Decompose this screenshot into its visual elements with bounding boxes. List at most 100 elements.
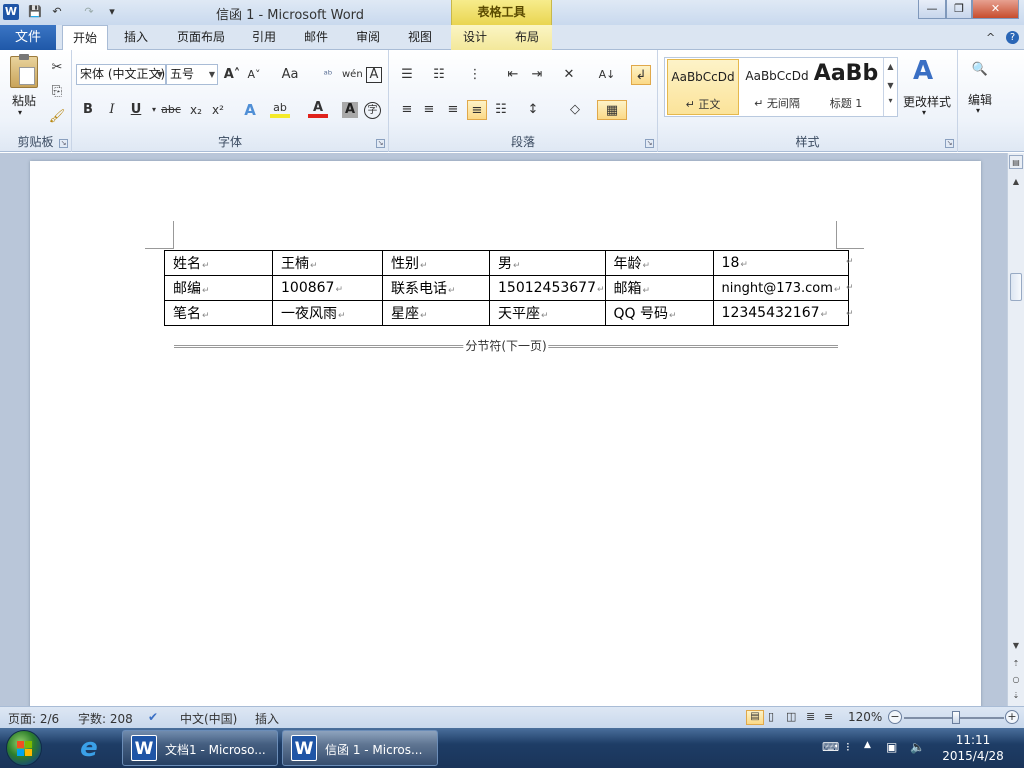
internet-explorer-icon[interactable]: e (66, 732, 112, 764)
paste-button[interactable]: 粘贴 (6, 92, 42, 109)
shrink-font-icon[interactable]: A˅ (244, 65, 264, 85)
start-button[interactable] (6, 730, 42, 766)
select-browse-object-icon[interactable]: ○ (1009, 673, 1023, 687)
change-styles-icon[interactable]: A (908, 56, 938, 86)
table-cell[interactable]: 邮箱↵ (604, 275, 714, 301)
table-cell[interactable]: 18↵ (712, 250, 849, 276)
align-left-icon[interactable]: ≡ (397, 100, 417, 120)
italic-button[interactable]: I (102, 100, 122, 120)
volume-icon[interactable]: 🔈 (910, 740, 925, 754)
tab-insert[interactable]: 插入 (114, 25, 158, 50)
document-page[interactable]: 姓名↵ 王楠↵ 性别↵ 男↵ 年龄↵ 18↵ 邮编↵ 100867↵ 联系电话↵… (30, 161, 981, 706)
word-app-icon[interactable]: W (3, 4, 19, 20)
taskbar-app-doc1[interactable]: W 文档1 - Microso... (122, 730, 278, 766)
table-cell[interactable]: 男↵ (489, 250, 606, 276)
copy-icon[interactable]: ⎘ (47, 82, 67, 102)
cut-icon[interactable]: ✂ (47, 58, 67, 78)
subscript-button[interactable]: x₂ (186, 100, 206, 120)
table-cell[interactable]: ninght@173.com↵ (712, 275, 849, 301)
font-color-icon[interactable]: A (308, 98, 328, 118)
text-effect-icon[interactable]: A (240, 100, 260, 120)
style-heading-1[interactable]: AaBb 标题 1 (813, 59, 879, 115)
scroll-up-icon[interactable]: ▲ (1009, 175, 1023, 189)
table-cell[interactable]: 100867↵ (272, 275, 383, 301)
show-hidden-icons-icon[interactable]: ▲ (864, 740, 871, 750)
clipboard-launcher-icon[interactable]: ↘ (59, 139, 68, 148)
vertical-scrollbar[interactable]: ▤ ▲ ▼ ⇡ ○ ⇣ (1007, 153, 1024, 706)
tab-layout[interactable]: 布局 (507, 25, 547, 50)
tab-home[interactable]: 开始 (62, 25, 108, 51)
increase-indent-icon[interactable]: ⇥ (527, 65, 547, 85)
minimize-button[interactable]: — (918, 0, 946, 19)
tab-references[interactable]: 引用 (244, 25, 284, 50)
styles-scroll[interactable]: ▲ ▼ ▾ (883, 58, 897, 116)
change-case-icon[interactable]: Aa (276, 65, 304, 85)
tab-page-layout[interactable]: 页面布局 (168, 25, 234, 50)
table-cell[interactable]: 天平座↵ (489, 300, 606, 326)
web-layout-icon[interactable]: ◫ (786, 710, 796, 723)
clear-format-icon[interactable]: ᵃᵇ (318, 65, 338, 85)
proofing-icon[interactable]: ✔ (148, 710, 158, 724)
char-shading-icon[interactable]: A (342, 102, 358, 118)
grow-font-icon[interactable]: A˄ (222, 65, 242, 85)
taskbar-app-letter1[interactable]: W 信函 1 - Micros... (282, 730, 438, 766)
tab-review[interactable]: 审阅 (348, 25, 388, 50)
chevron-down-icon[interactable]: ▼ (884, 81, 897, 90)
paste-icon[interactable] (10, 54, 38, 88)
zoom-out-button[interactable]: − (888, 710, 902, 724)
multilevel-list-icon[interactable]: ⋮ (465, 65, 485, 85)
show-marks-icon[interactable]: ↲ (631, 65, 651, 85)
change-styles-button[interactable]: 更改样式 (900, 93, 954, 110)
section-break[interactable]: 分节符(下一页) (174, 337, 838, 354)
format-painter-icon[interactable]: 🖌 (47, 107, 67, 127)
language-indicator[interactable]: 中文(中国) (180, 710, 237, 727)
find-binoculars-icon[interactable]: 🔍 (970, 60, 990, 80)
table-cell[interactable]: 年龄↵ (604, 250, 714, 276)
paragraph-launcher-icon[interactable]: ↘ (645, 139, 654, 148)
ruler-toggle-icon[interactable]: ▤ (1009, 155, 1023, 169)
previous-page-icon[interactable]: ⇡ (1009, 657, 1023, 671)
print-layout-icon[interactable]: ▤ (746, 710, 764, 725)
bold-button[interactable]: B (78, 100, 98, 120)
tab-view[interactable]: 视图 (400, 25, 440, 50)
tab-mailings[interactable]: 邮件 (296, 25, 336, 50)
align-right-icon[interactable]: ≡ (443, 100, 463, 120)
style-no-spacing[interactable]: AaBbCcDd ↵ 无间隔 (741, 59, 813, 115)
page-count[interactable]: 页面: 2/6 (8, 710, 59, 727)
scroll-down-icon[interactable]: ▼ (1009, 639, 1023, 653)
table-cell[interactable]: 邮编↵ (164, 275, 273, 301)
scroll-thumb[interactable] (1010, 273, 1022, 301)
word-count[interactable]: 字数: 208 (78, 710, 133, 727)
undo-icon[interactable]: ↶ (48, 4, 66, 20)
borders-icon[interactable]: ▦ (597, 100, 627, 120)
table-cell[interactable]: 笔名↵ (164, 300, 273, 326)
sort-icon[interactable]: A↓ (597, 65, 617, 85)
redo-icon[interactable]: ↷ (80, 4, 98, 20)
editing-dropdown-icon[interactable]: ▾ (976, 106, 980, 115)
highlight-icon[interactable]: ab (270, 98, 290, 118)
full-screen-reading-icon[interactable]: ▯ (768, 710, 774, 723)
zoom-in-button[interactable]: + (1005, 710, 1019, 724)
ime-icon[interactable]: ⁝ (846, 740, 850, 754)
collapse-ribbon-icon[interactable]: ^ (986, 31, 995, 44)
table-cell[interactable]: 姓名↵ (164, 250, 273, 276)
keyboard-icon[interactable]: ⌨ (822, 740, 839, 754)
styles-launcher-icon[interactable]: ↘ (945, 139, 954, 148)
strikethrough-button[interactable]: abc (160, 100, 182, 120)
next-page-icon[interactable]: ⇣ (1009, 689, 1023, 703)
restore-button[interactable]: ❐ (946, 0, 972, 19)
help-icon[interactable]: ? (1006, 31, 1019, 44)
info-table[interactable]: 姓名↵ 王楠↵ 性别↵ 男↵ 年龄↵ 18↵ 邮编↵ 100867↵ 联系电话↵… (164, 250, 849, 326)
network-icon[interactable]: ▣ (886, 740, 897, 754)
phonetic-guide-icon[interactable]: wén (342, 65, 363, 85)
save-icon[interactable]: 💾 (26, 4, 44, 20)
shading-icon[interactable]: ◇ (565, 100, 585, 120)
align-center-icon[interactable]: ≡ (419, 100, 439, 120)
numbering-icon[interactable]: ☷ (429, 65, 449, 85)
table-cell[interactable]: 12345432167↵ (712, 300, 849, 326)
justify-icon[interactable]: ≡ (467, 100, 487, 120)
tab-design[interactable]: 设计 (455, 25, 495, 50)
font-launcher-icon[interactable]: ↘ (376, 139, 385, 148)
table-cell[interactable]: 性别↵ (382, 250, 490, 276)
font-size-combo[interactable]: 五号 ▼ (166, 64, 218, 85)
